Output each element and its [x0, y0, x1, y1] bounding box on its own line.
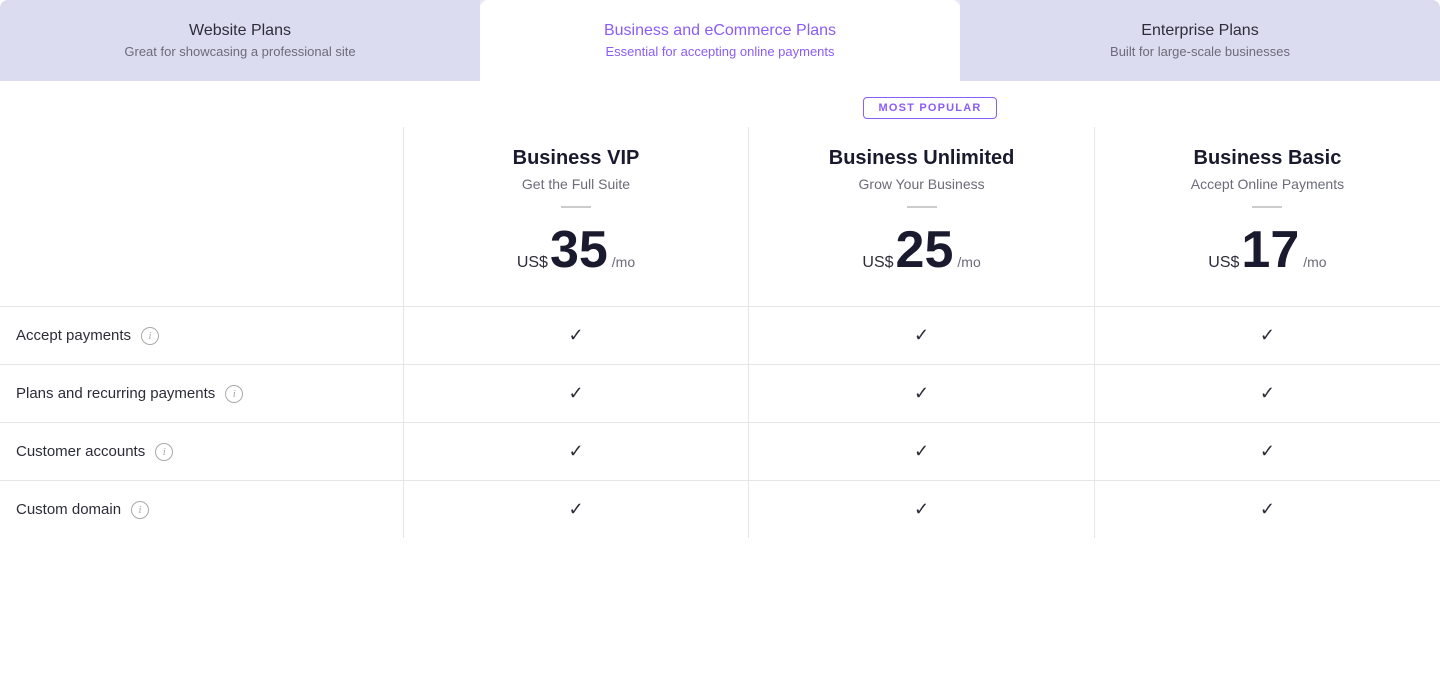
plan-basic-header: Business Basic Accept Online Payments US…: [1094, 127, 1440, 307]
tab-business-subtitle: Essential for accepting online payments: [500, 44, 940, 59]
checkmark-unlimited-customer-accounts: ✓: [914, 441, 929, 461]
feature-name-cell-custom-domain: Custom domain i: [0, 481, 403, 539]
plan-basic-period: /mo: [1303, 254, 1326, 270]
checkmark-vip-accept-payments: ✓: [568, 325, 583, 345]
plan-basic-divider: [1252, 206, 1282, 208]
checkmark-unlimited-custom-domain: ✓: [914, 499, 929, 519]
tab-enterprise[interactable]: Enterprise Plans Built for large-scale b…: [960, 0, 1440, 81]
tab-business-title: Business and eCommerce Plans: [500, 22, 940, 40]
feature-vip-customer-accounts: ✓: [403, 423, 749, 481]
feature-unlimited-custom-domain: ✓: [749, 481, 1095, 539]
checkmark-vip-plans-recurring: ✓: [568, 383, 583, 403]
checkmark-basic-plans-recurring: ✓: [1260, 383, 1275, 403]
comparison-table: Business VIP Get the Full Suite US$ 35 /…: [0, 127, 1440, 538]
feature-unlimited-customer-accounts: ✓: [749, 423, 1095, 481]
feature-basic-custom-domain: ✓: [1094, 481, 1440, 539]
checkmark-vip-customer-accounts: ✓: [568, 441, 583, 461]
tab-website[interactable]: Website Plans Great for showcasing a pro…: [0, 0, 480, 81]
header-empty-cell: [0, 127, 403, 307]
feature-unlimited-accept-payments: ✓: [749, 307, 1095, 365]
feature-name-cell-customer-accounts: Customer accounts i: [0, 423, 403, 481]
checkmark-basic-customer-accounts: ✓: [1260, 441, 1275, 461]
plan-basic-amount: 17: [1241, 224, 1299, 276]
feature-label-plans-recurring: Plans and recurring payments: [16, 385, 215, 402]
tab-enterprise-title: Enterprise Plans: [980, 22, 1420, 40]
feature-name-cell-plans-recurring: Plans and recurring payments i: [0, 365, 403, 423]
info-icon-customer-accounts[interactable]: i: [155, 443, 173, 461]
tab-website-subtitle: Great for showcasing a professional site: [20, 44, 460, 59]
plan-vip-header: Business VIP Get the Full Suite US$ 35 /…: [403, 127, 749, 307]
plan-basic-currency: US$: [1208, 254, 1239, 272]
tab-enterprise-subtitle: Built for large-scale businesses: [980, 44, 1420, 59]
plan-unlimited-currency: US$: [862, 254, 893, 272]
feature-name-cell-accept-payments: Accept payments i: [0, 307, 403, 365]
feature-row-customer-accounts: Customer accounts i ✓ ✓ ✓: [0, 423, 1440, 481]
checkmark-unlimited-plans-recurring: ✓: [914, 383, 929, 403]
checkmark-unlimited-accept-payments: ✓: [914, 325, 929, 345]
plan-vip-name: Business VIP: [420, 147, 733, 170]
plan-vip-period: /mo: [612, 254, 635, 270]
plan-unlimited-name: Business Unlimited: [765, 147, 1078, 170]
most-popular-banner: MOST POPULAR: [0, 81, 1440, 127]
info-icon-accept-payments[interactable]: i: [141, 327, 159, 345]
plan-basic-price: US$ 17 /mo: [1111, 224, 1424, 276]
plan-tabs: Website Plans Great for showcasing a pro…: [0, 0, 1440, 81]
feature-vip-custom-domain: ✓: [403, 481, 749, 539]
feature-row-accept-payments: Accept payments i ✓ ✓ ✓: [0, 307, 1440, 365]
plan-vip-tagline: Get the Full Suite: [420, 176, 733, 192]
plan-unlimited-tagline: Grow Your Business: [765, 176, 1078, 192]
plan-basic-name: Business Basic: [1111, 147, 1424, 170]
plan-unlimited-header: Business Unlimited Grow Your Business US…: [749, 127, 1095, 307]
feature-basic-plans-recurring: ✓: [1094, 365, 1440, 423]
plan-vip-price: US$ 35 /mo: [420, 224, 733, 276]
feature-row-plans-recurring: Plans and recurring payments i ✓ ✓ ✓: [0, 365, 1440, 423]
most-popular-badge: MOST POPULAR: [863, 97, 996, 119]
checkmark-basic-accept-payments: ✓: [1260, 325, 1275, 345]
plan-header-row: Business VIP Get the Full Suite US$ 35 /…: [0, 127, 1440, 307]
plan-vip-currency: US$: [517, 254, 548, 272]
feature-vip-accept-payments: ✓: [403, 307, 749, 365]
plan-unlimited-amount: 25: [896, 224, 954, 276]
tab-business[interactable]: Business and eCommerce Plans Essential f…: [480, 0, 960, 81]
feature-row-custom-domain: Custom domain i ✓ ✓ ✓: [0, 481, 1440, 539]
comparison-section: MOST POPULAR Business VIP Get the Full S…: [0, 81, 1440, 538]
feature-unlimited-plans-recurring: ✓: [749, 365, 1095, 423]
plan-unlimited-period: /mo: [957, 254, 980, 270]
feature-basic-accept-payments: ✓: [1094, 307, 1440, 365]
feature-vip-plans-recurring: ✓: [403, 365, 749, 423]
checkmark-vip-custom-domain: ✓: [568, 499, 583, 519]
plan-vip-divider: [561, 206, 591, 208]
plan-basic-tagline: Accept Online Payments: [1111, 176, 1424, 192]
checkmark-basic-custom-domain: ✓: [1260, 499, 1275, 519]
feature-label-custom-domain: Custom domain: [16, 501, 121, 518]
info-icon-plans-recurring[interactable]: i: [225, 385, 243, 403]
plan-vip-amount: 35: [550, 224, 608, 276]
tab-website-title: Website Plans: [20, 22, 460, 40]
plan-unlimited-divider: [907, 206, 937, 208]
feature-basic-customer-accounts: ✓: [1094, 423, 1440, 481]
feature-label-accept-payments: Accept payments: [16, 327, 131, 344]
info-icon-custom-domain[interactable]: i: [131, 501, 149, 519]
feature-label-customer-accounts: Customer accounts: [16, 443, 145, 460]
plan-unlimited-price: US$ 25 /mo: [765, 224, 1078, 276]
